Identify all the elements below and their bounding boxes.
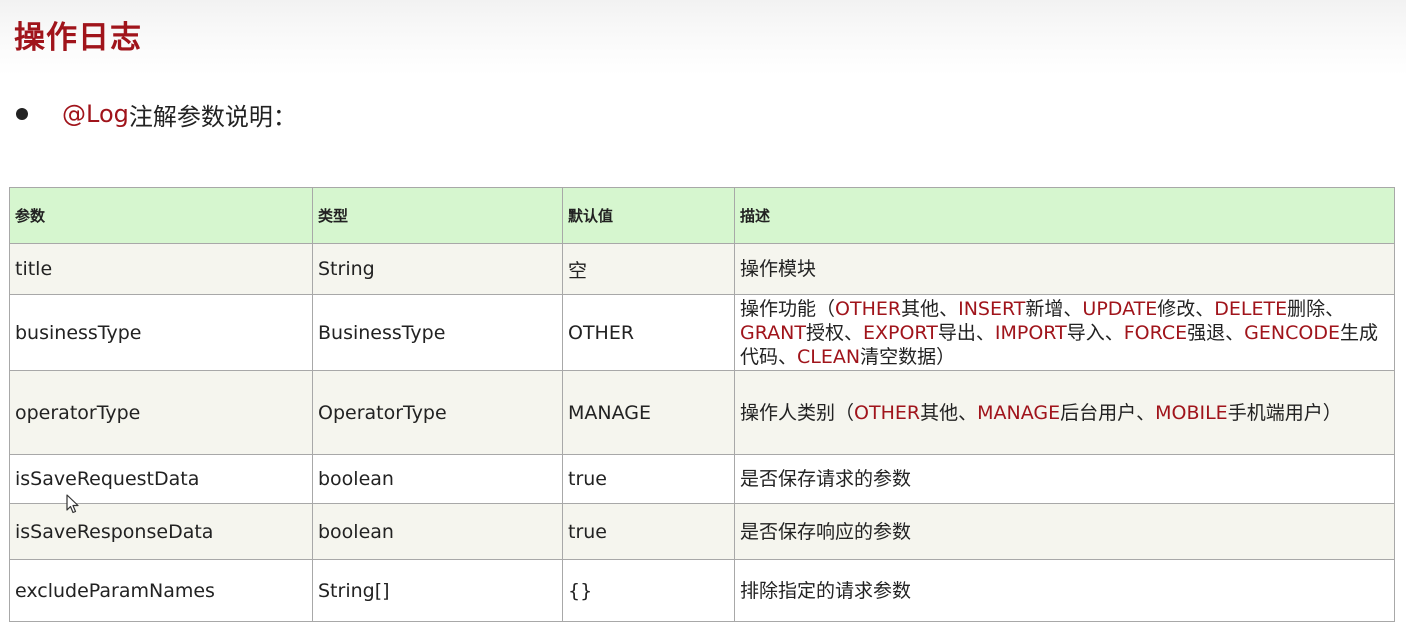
desc-keyword: IMPORT <box>994 321 1067 344</box>
desc-text: 其他、 <box>920 401 978 424</box>
cell-param: isSaveResponseData <box>9 503 313 560</box>
cell-default: {} <box>562 559 735 622</box>
desc-keyword: EXPORT <box>863 321 938 344</box>
desc-text: 手机端用户） <box>1227 401 1342 424</box>
desc-text: 清空数据） <box>860 345 956 368</box>
desc-keyword: FORCE <box>1123 321 1188 344</box>
bullet-text: 注解参数说明： <box>128 102 297 131</box>
cell-type: BusinessType <box>312 294 563 371</box>
desc-text: 强退、 <box>1187 321 1245 344</box>
cell-desc: 操作模块 <box>734 243 1395 295</box>
bullet-dot-icon <box>16 108 28 120</box>
cell-default: MANAGE <box>562 370 735 455</box>
cell-desc: 是否保存响应的参数 <box>734 503 1395 560</box>
cell-type: boolean <box>312 503 563 560</box>
header-default: 默认值 <box>562 187 735 244</box>
cell-type: String[] <box>312 559 563 622</box>
mouse-pointer-icon <box>66 494 79 514</box>
cell-desc: 是否保存请求的参数 <box>734 454 1395 504</box>
desc-text: 排除指定的请求参数 <box>740 579 912 602</box>
cell-default: true <box>562 503 735 560</box>
cell-default: 空 <box>562 243 735 295</box>
desc-keyword: OTHER <box>835 297 902 320</box>
desc-keyword: UPDATE <box>1082 297 1158 320</box>
desc-text: 操作功能（ <box>740 297 836 320</box>
cell-param: businessType <box>9 294 313 371</box>
desc-keyword: OTHER <box>854 401 921 424</box>
header-desc: 描述 <box>734 187 1395 244</box>
cell-param: title <box>9 243 313 295</box>
cell-type: OperatorType <box>312 370 563 455</box>
cell-desc: 操作功能（OTHER其他、INSERT新增、UPDATE修改、DELETE删除、… <box>734 294 1395 371</box>
table-row: isSaveRequestData boolean true 是否保存请求的参数 <box>9 454 1395 504</box>
desc-text: 导出、 <box>937 321 995 344</box>
params-table: 参数 类型 默认值 描述 title String 空 操作模块 busines… <box>9 187 1395 622</box>
header-param: 参数 <box>9 187 313 244</box>
desc-keyword: GRANT <box>740 321 806 344</box>
cell-param: isSaveRequestData <box>9 454 313 504</box>
desc-text: 授权、 <box>805 321 863 344</box>
desc-keyword: INSERT <box>958 297 1026 320</box>
cell-type: String <box>312 243 563 295</box>
desc-text: 是否保存请求的参数 <box>740 468 912 490</box>
bullet-item: @Log 注解参数说明： <box>14 96 297 132</box>
desc-text: 删除、 <box>1287 297 1345 320</box>
slide: 操作日志 @Log 注解参数说明： 参数 类型 默认值 描述 title Str… <box>0 0 1406 632</box>
cell-desc: 排除指定的请求参数 <box>734 559 1395 622</box>
table-row: operatorType OperatorType MANAGE 操作人类别（O… <box>9 370 1395 455</box>
desc-keyword: GENCODE <box>1244 321 1340 344</box>
desc-text: 其他、 <box>901 297 959 320</box>
desc-text: 后台用户、 <box>1060 401 1156 424</box>
table-row: title String 空 操作模块 <box>9 243 1395 295</box>
desc-keyword: MOBILE <box>1155 401 1228 424</box>
cell-default: true <box>562 454 735 504</box>
desc-text: 操作人类别（ <box>740 401 855 424</box>
desc-text: 导入、 <box>1066 321 1124 344</box>
header-type: 类型 <box>312 187 563 244</box>
cell-desc: 操作人类别（OTHER其他、MANAGE后台用户、MOBILE手机端用户） <box>734 370 1395 455</box>
bullet-accent-text: @Log <box>62 100 129 128</box>
desc-keyword: DELETE <box>1214 297 1288 320</box>
desc-text: 新增、 <box>1025 297 1083 320</box>
cell-default: OTHER <box>562 294 735 371</box>
desc-text: 操作模块 <box>740 258 817 280</box>
table-row: businessType BusinessType OTHER 操作功能（OTH… <box>9 294 1395 371</box>
table-row: excludeParamNames String[] {} 排除指定的请求参数 <box>9 559 1395 622</box>
table-row: isSaveResponseData boolean true 是否保存响应的参… <box>9 503 1395 560</box>
cell-param: operatorType <box>9 370 313 455</box>
table-header-row: 参数 类型 默认值 描述 <box>9 187 1395 244</box>
page-title: 操作日志 <box>14 20 142 56</box>
desc-keyword: MANAGE <box>977 401 1061 424</box>
desc-keyword: CLEAN <box>797 345 861 368</box>
desc-text: 修改、 <box>1157 297 1215 320</box>
cell-type: boolean <box>312 454 563 504</box>
cell-param: excludeParamNames <box>9 559 313 622</box>
desc-text: 是否保存响应的参数 <box>740 520 912 543</box>
